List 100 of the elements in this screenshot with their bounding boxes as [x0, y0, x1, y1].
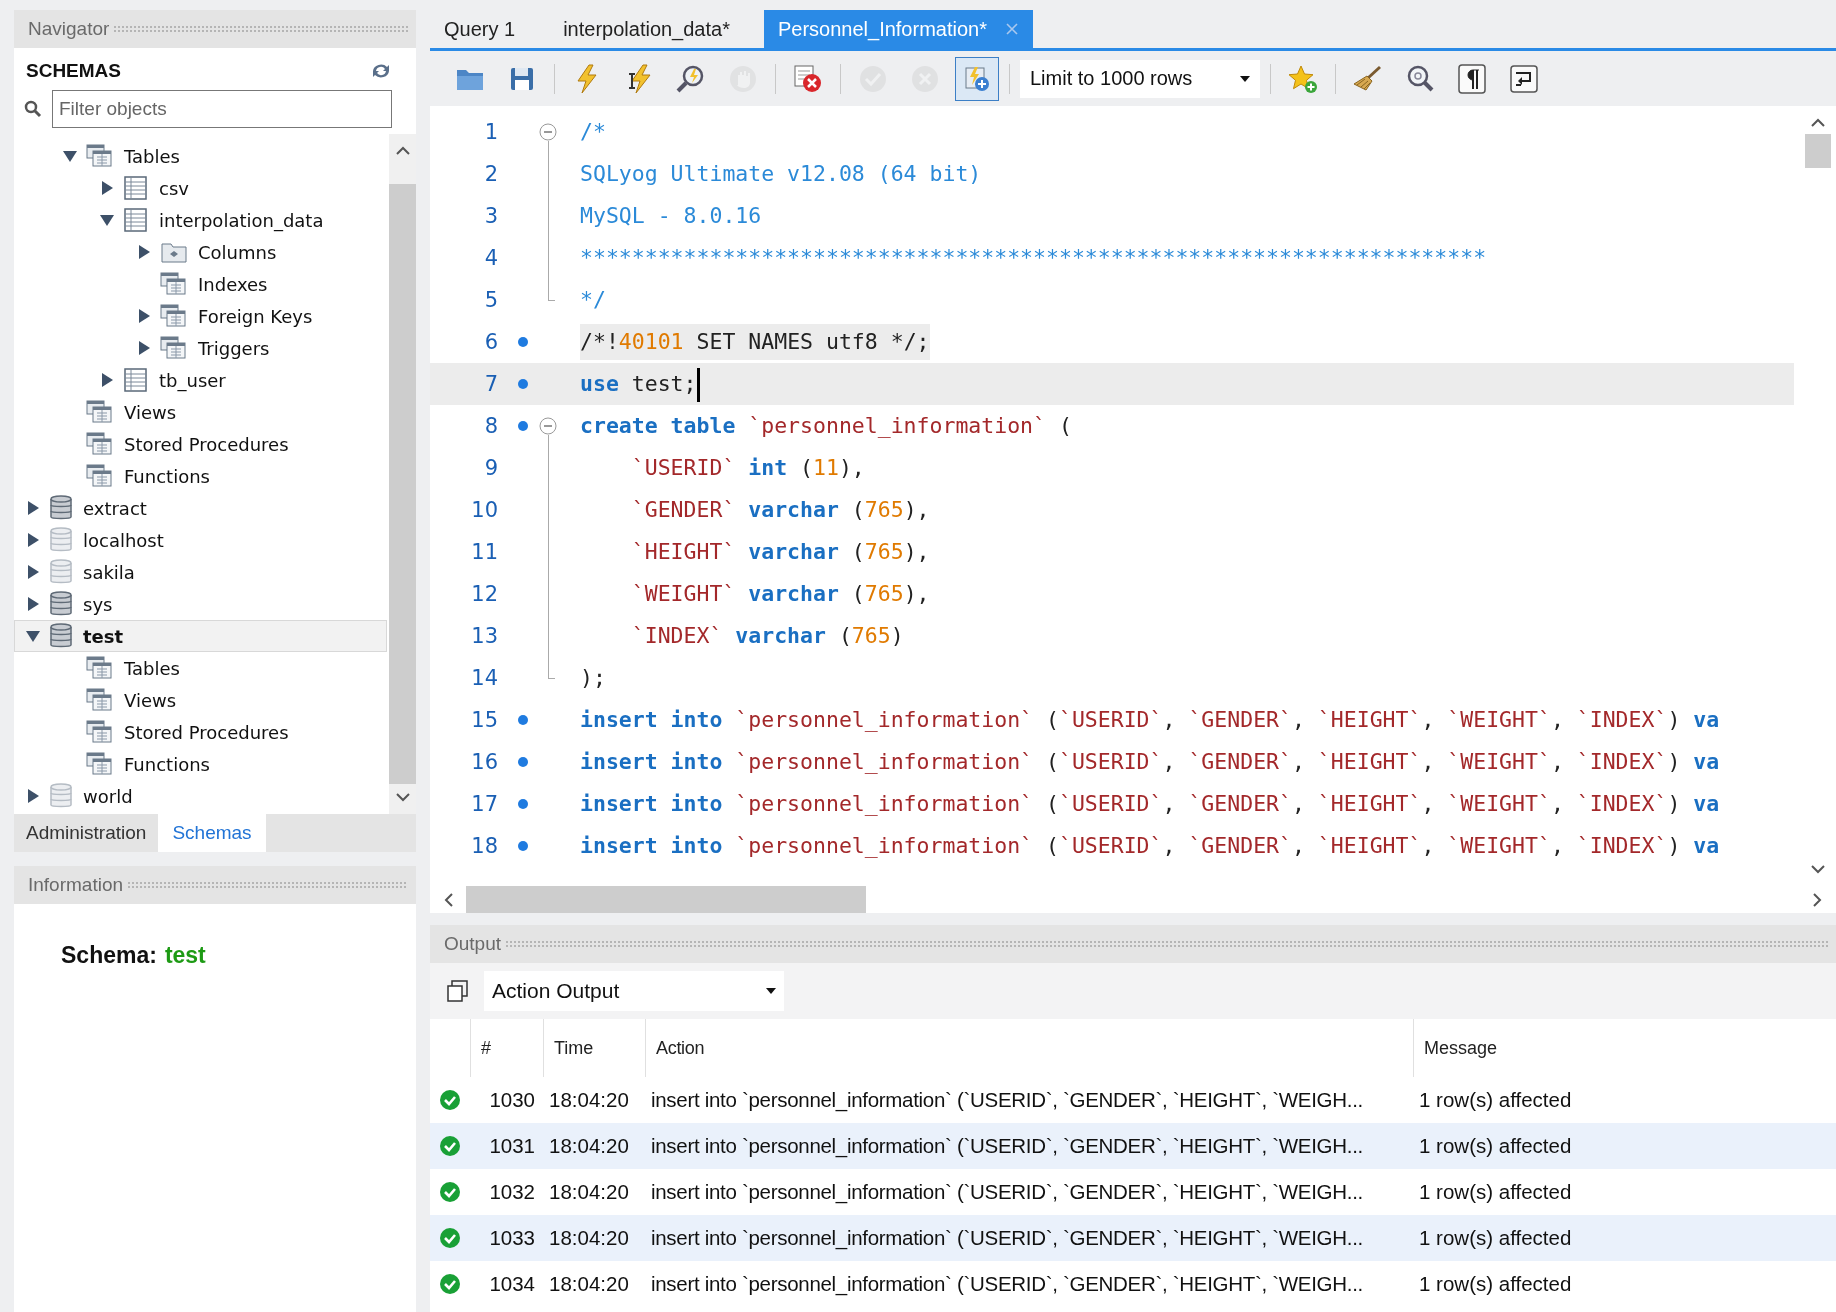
tree-item[interactable]: csv: [14, 172, 389, 204]
code-line: */: [580, 286, 606, 314]
folder-icon: [86, 688, 114, 712]
table-cell-text: 1031: [488, 1134, 536, 1158]
magnifier-lightning-icon: [676, 63, 706, 94]
schema-item[interactable]: sys: [14, 588, 389, 620]
column-header[interactable]: #: [470, 1019, 543, 1077]
columns-icon: [160, 240, 188, 264]
schema-item[interactable]: world: [14, 780, 389, 812]
expanded-arrow-icon[interactable]: [62, 149, 78, 163]
fold-toggle-icon[interactable]: [539, 123, 557, 141]
tree-item[interactable]: tb_user: [14, 364, 389, 396]
line-number: 15: [471, 708, 498, 732]
code-line: /*: [580, 118, 606, 146]
editor-tab[interactable]: Personnel_Information*: [763, 10, 1033, 48]
collapsed-arrow-icon[interactable]: [100, 180, 114, 196]
table-cell-text: insert into `personnel_information` (`USERID`, `GENDER`, `HEIGHT`, `WEIGH...: [650, 1088, 1364, 1112]
panel-tab[interactable]: Administration: [14, 814, 159, 852]
line-number: 9: [484, 456, 498, 480]
table-cell-text: 1 row(s) affected: [1418, 1134, 1573, 1158]
table-icon: [123, 368, 149, 392]
line-number: 2: [484, 162, 498, 186]
panel-title: Output: [444, 933, 502, 955]
collapsed-arrow-icon[interactable]: [137, 244, 151, 260]
scroll-up-icon[interactable]: [394, 144, 411, 156]
tree-item[interactable]: Stored Procedures: [14, 716, 389, 748]
tree-item[interactable]: Columns: [14, 236, 389, 268]
line-number: 1: [484, 120, 498, 144]
tree-item[interactable]: Views: [14, 396, 389, 428]
database-icon: [49, 559, 73, 585]
filter-field[interactable]: Filter objects: [52, 90, 392, 128]
expanded-arrow-icon[interactable]: [99, 213, 115, 227]
column-header[interactable]: Time: [543, 1019, 645, 1077]
dropdown-caret-icon: [766, 988, 776, 994]
schema-item[interactable]: sakila: [14, 556, 389, 588]
scroll-up-icon[interactable]: [1810, 116, 1826, 128]
table-cell-text: 18:04:20: [548, 1088, 630, 1112]
collapsed-arrow-icon[interactable]: [26, 788, 40, 804]
collapsed-arrow-icon[interactable]: [137, 340, 151, 356]
output-type-dropdown[interactable]: Action Output: [484, 971, 784, 1011]
tree-item[interactable]: Views: [14, 684, 389, 716]
column-header[interactable]: Action: [645, 1019, 1413, 1077]
collapsed-arrow-icon[interactable]: [26, 564, 40, 580]
panel-tab[interactable]: Schemas: [158, 814, 266, 852]
limit-dropdown[interactable]: Limit to 1000 rows: [1020, 59, 1260, 98]
table-cell-text: 18:04:20: [548, 1272, 630, 1296]
code-line: SQLyog Ultimate v12.08 (64 bit): [580, 160, 982, 188]
line-number: 5: [484, 288, 498, 312]
tree-item[interactable]: Indexes: [14, 268, 389, 300]
table-cell-text: insert into `personnel_information` (`USERID`, `GENDER`, `HEIGHT`, `WEIGH...: [650, 1134, 1364, 1158]
code-line: );: [580, 664, 606, 692]
fold-toggle-icon[interactable]: [539, 417, 557, 435]
schema-item[interactable]: test: [14, 620, 387, 652]
info-label: Schema:: [61, 942, 157, 969]
table-cell-text: 18:04:20: [548, 1180, 630, 1204]
panel-title: Information: [28, 874, 124, 896]
tree-item[interactable]: Stored Procedures: [14, 428, 389, 460]
scroll-thumb[interactable]: [1805, 134, 1831, 168]
tree-item[interactable]: Functions: [14, 748, 389, 780]
collapsed-arrow-icon[interactable]: [137, 308, 151, 324]
line-number: 10: [471, 498, 498, 522]
database-icon: [49, 495, 73, 521]
table-cell-text: 1 row(s) affected: [1418, 1088, 1573, 1112]
code-line: `HEIGHT` varchar (765),: [630, 538, 930, 566]
editor-tab[interactable]: Query 1: [430, 10, 530, 48]
folder-icon: [86, 752, 114, 776]
collapsed-arrow-icon[interactable]: [26, 500, 40, 516]
table-cell-text: 1 row(s) affected: [1418, 1180, 1573, 1204]
collapsed-arrow-icon[interactable]: [26, 532, 40, 548]
collapsed-arrow-icon[interactable]: [100, 372, 114, 388]
collapsed-arrow-icon[interactable]: [26, 596, 40, 612]
error-stop-icon: [793, 63, 823, 94]
scroll-left-icon[interactable]: [442, 891, 454, 908]
folder-icon: [86, 400, 114, 424]
expanded-arrow-icon[interactable]: [25, 629, 41, 643]
code-line: `GENDER` varchar (765),: [630, 496, 930, 524]
table-cell-text: insert into `personnel_information` (`USERID`, `GENDER`, `HEIGHT`, `WEIGH...: [650, 1226, 1364, 1250]
copy-icon[interactable]: [446, 979, 470, 1003]
table-cell-text: 1 row(s) affected: [1418, 1226, 1573, 1250]
scroll-down-icon[interactable]: [394, 792, 411, 804]
tree-item[interactable]: interpolation_data: [14, 204, 389, 236]
search-icon: [1405, 63, 1435, 94]
column-header[interactable]: Message: [1413, 1019, 1836, 1077]
tree-item[interactable]: Tables: [14, 652, 389, 684]
schema-item[interactable]: extract: [14, 492, 389, 524]
code-line: use test;: [580, 366, 700, 402]
tree-item[interactable]: Triggers: [14, 332, 389, 364]
editor-tab[interactable]: interpolation_data*: [549, 10, 744, 48]
tree-item[interactable]: Tables: [14, 140, 389, 172]
scroll-thumb[interactable]: [466, 886, 866, 913]
scroll-right-icon[interactable]: [1812, 891, 1824, 908]
code-line: `INDEX` varchar (765): [630, 622, 904, 650]
scroll-down-icon[interactable]: [1810, 864, 1826, 876]
line-number: 13: [471, 624, 498, 648]
line-number: 14: [471, 666, 498, 690]
scroll-thumb[interactable]: [389, 184, 416, 784]
schema-item[interactable]: localhost: [14, 524, 389, 556]
tree-item[interactable]: Functions: [14, 460, 389, 492]
tree-item[interactable]: Foreign Keys: [14, 300, 389, 332]
table-cell-text: 18:04:20: [548, 1134, 630, 1158]
